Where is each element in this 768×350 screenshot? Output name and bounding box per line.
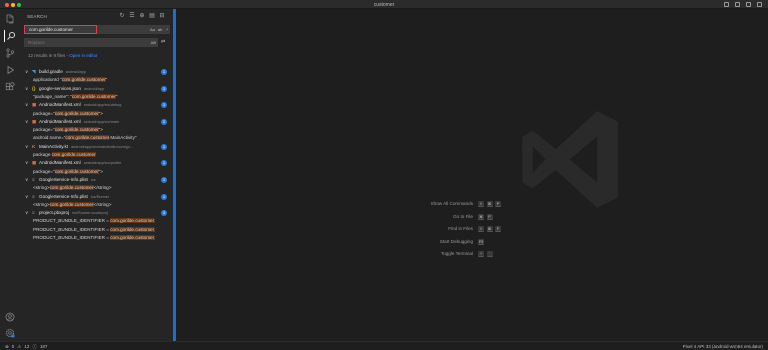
result-count-badge: 1 <box>161 160 167 167</box>
key-cap: F5 <box>478 238 485 245</box>
toggle-sidebar-icon[interactable] <box>724 2 729 7</box>
device-label: Pixel 4 API 33 (android-arm64 emulator) <box>682 344 763 349</box>
key-cap: P <box>486 213 493 220</box>
key-cap: ` <box>486 251 493 257</box>
match-whole-word-toggle[interactable]: ab <box>158 27 162 32</box>
collapse-all-icon[interactable]: ⊟ <box>159 13 165 19</box>
clear-results-icon[interactable]: ☰ <box>129 13 135 19</box>
view-as-tree-icon[interactable]: ▤ <box>149 13 155 19</box>
match-highlight: com.gorilde.customer <box>110 226 155 232</box>
result-count-badge: 1 <box>161 69 167 75</box>
search-options: Aa ab .* <box>150 27 168 32</box>
refresh-icon[interactable]: ↻ <box>119 13 125 19</box>
key-cap: P <box>495 201 501 207</box>
vscode-watermark-logo <box>522 111 618 208</box>
explorer-icon[interactable] <box>4 13 16 25</box>
search-input[interactable] <box>24 25 97 34</box>
shortcut-label: Find in Files <box>448 226 473 231</box>
shortcut-label: Show All Commands <box>430 201 473 206</box>
result-file-path: ios/Runner.xcodeproj <box>72 211 108 216</box>
key-cap: ⌘ <box>478 213 484 220</box>
account-icon[interactable] <box>4 311 16 323</box>
warning-count: 12 <box>24 344 30 349</box>
window-title: customer <box>373 2 395 8</box>
sidebar-actions: ↻ ☰ ⊕ ▤ ⊟ <box>119 13 165 19</box>
info-count: 187 <box>39 344 48 349</box>
match-highlight: com.gorilde.customer <box>49 185 94 191</box>
match-case-toggle[interactable]: Aa <box>150 27 155 32</box>
match-highlight: com.gorilde.customer <box>61 77 106 83</box>
result-file-path: android/app/src/main/kotlin/com/go... <box>71 144 134 149</box>
preserve-case-toggle[interactable]: AB <box>151 40 156 45</box>
result-file-path: android/app/src/profile <box>83 161 122 166</box>
customize-layout-icon[interactable] <box>757 2 762 7</box>
result-file-path: ios <box>90 177 96 182</box>
results-summary: 12 results in 9 files - Open in editor <box>28 53 98 58</box>
shortcut-label: Go to File <box>453 213 473 219</box>
match-highlight: com.gorilde.customer <box>54 127 99 133</box>
error-count: 0 <box>11 344 15 349</box>
result-count-badge: 1 <box>161 143 167 150</box>
result-count-badge: 3 <box>161 210 167 217</box>
settings-gear-icon[interactable] <box>4 327 16 339</box>
error-icon: ⊗ <box>5 344 9 349</box>
run-debug-icon[interactable] <box>4 64 16 76</box>
match-text: PRODUCT_BUNDLE_IDENTIFIER = com.gorilde.… <box>33 235 156 240</box>
title-bar: customer <box>0 0 768 9</box>
new-search-editor-icon[interactable]: ⊕ <box>139 13 145 19</box>
match-highlight: com.gorilde.customer <box>110 235 155 240</box>
match-highlight: com.gorilde.customer <box>54 110 99 116</box>
search-sidebar: SEARCH ↻ ☰ ⊕ ▤ ⊟ Aa ab .* AB ⇄ 12 result… <box>20 9 173 341</box>
toggle-secondary-sidebar-icon[interactable] <box>746 2 751 7</box>
search-icon[interactable] <box>4 30 16 42</box>
source-control-icon[interactable] <box>4 47 16 59</box>
result-count-badge: 1 <box>161 85 167 92</box>
match-highlight: com.gorilde.customer <box>51 152 96 157</box>
match-highlight: com.gorilde.customer <box>71 93 116 99</box>
match-highlight: com.gorilde.customer <box>110 218 155 224</box>
status-bar: ⊗ 0 ⚠ 12 ⓘ 187 Pixel 4 API 33 (android-a… <box>0 341 768 350</box>
toggle-panel-icon[interactable] <box>735 2 740 7</box>
result-file-path: android/app/src/debug <box>83 103 122 108</box>
result-file-path: android/app/src/main <box>83 119 120 124</box>
key-cap: ^ <box>478 251 484 257</box>
open-in-editor-link[interactable]: Open in editor <box>69 53 97 58</box>
result-file-path: android/app <box>65 70 86 74</box>
replace-field-container: AB <box>24 38 158 47</box>
shortcut-label: Toggle Terminal <box>440 251 473 256</box>
editor-area: Show All Commands ⇧ ⌘ P Go to File ⌘ P Find in … <box>176 9 768 341</box>
extensions-icon[interactable] <box>4 81 16 93</box>
key-cap: ⇧ <box>478 201 484 207</box>
search-field-container: Aa ab .* <box>24 25 170 34</box>
key-cap: ⌘ <box>486 201 493 207</box>
result-file-path: ios/Runner <box>90 194 110 199</box>
result-count-badge: 1 <box>161 102 167 109</box>
layout-controls <box>724 2 762 7</box>
sidebar-title: SEARCH <box>27 14 47 19</box>
warning-icon: ⚠ <box>17 344 22 349</box>
match-highlight: com.gorilde.customer <box>54 168 99 174</box>
replace-input[interactable] <box>24 38 158 47</box>
results-count-text: 12 results in 9 files - <box>28 53 70 58</box>
info-icon: ⓘ <box>32 344 37 349</box>
result-match-row[interactable]: PRODUCT_BUNDLE_IDENTIFIER = com.gorilde.… <box>20 233 173 242</box>
result-count-badge: 1 <box>161 193 167 200</box>
match-highlight: com.gorilde.customer <box>49 201 94 207</box>
key-cap: F <box>495 226 501 232</box>
shortcut-label: Start Debugging <box>439 238 473 244</box>
result-file-path: android/app <box>83 86 104 91</box>
match-highlight: com.gorilde.customer <box>65 135 110 141</box>
key-cap: ⌘ <box>486 226 493 232</box>
result-count-badge: 2 <box>161 118 167 125</box>
replace-all-icon[interactable]: ⇄ <box>161 39 168 46</box>
use-regex-toggle[interactable]: .* <box>165 27 168 32</box>
key-cap: ⇧ <box>478 226 484 232</box>
activity-bar <box>0 9 20 341</box>
device-selector[interactable]: Pixel 4 API 33 (android-arm64 emulator) <box>683 344 763 349</box>
problems-indicator[interactable]: ⊗ 0 ⚠ 12 ⓘ 187 <box>5 344 47 350</box>
result-count-badge: 1 <box>161 176 167 183</box>
